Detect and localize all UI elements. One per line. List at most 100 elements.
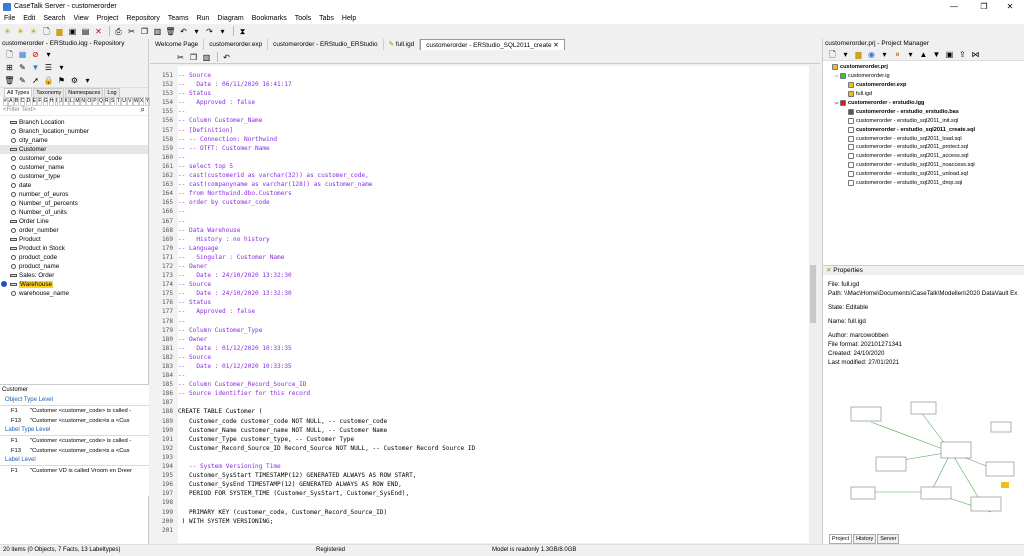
tree-item[interactable]: order_number bbox=[0, 226, 148, 235]
project-item[interactable]: customerorder - erstudio_sql2011_protect… bbox=[823, 143, 1024, 152]
save-all-icon[interactable]: ▤ bbox=[80, 26, 91, 37]
tree-item[interactable]: Customer bbox=[0, 145, 148, 154]
project-item[interactable]: customerorder.prj bbox=[823, 63, 1024, 72]
project-item[interactable]: customerorder - erstudio_sql2011_unload.… bbox=[823, 170, 1024, 179]
tree-item[interactable]: customer_name bbox=[0, 163, 148, 172]
alpha-filter-button[interactable]: N bbox=[80, 96, 86, 106]
project-item[interactable]: ⌵ customerorder.ig bbox=[823, 72, 1024, 81]
project-item[interactable]: customerorder - erstudio_sql2011_access.… bbox=[823, 152, 1024, 161]
expression-row[interactable]: F1 "Customer <customer_code> is called - bbox=[0, 436, 149, 446]
code-content[interactable]: 151 -- Source 152 -- Date : 06/11/2020 16:4… bbox=[150, 71, 810, 535]
code-line[interactable]: 194 -- System Versioning Time bbox=[150, 462, 810, 471]
editor-tab[interactable]: Welcome Page bbox=[150, 39, 205, 50]
code-line[interactable]: 183 -- Date : 01/12/2020 10:33:35 bbox=[150, 362, 810, 371]
lock-icon[interactable]: 🔒 bbox=[43, 75, 54, 86]
filter-box[interactable]: <Filter Text> ⌕ bbox=[0, 105, 148, 116]
menu-item-file[interactable]: File bbox=[0, 15, 19, 22]
close-doc-icon[interactable]: ✕ bbox=[93, 26, 104, 37]
filter-icon[interactable]: ▼ bbox=[30, 62, 41, 73]
dropdown-icon[interactable]: ▾ bbox=[879, 49, 890, 60]
new-icon[interactable]: 🗋 bbox=[827, 49, 838, 60]
alpha-filter-button[interactable]: E bbox=[31, 96, 37, 106]
alpha-filter-button[interactable]: K bbox=[63, 96, 69, 106]
tree-item[interactable]: product_code bbox=[0, 253, 148, 262]
pause-icon[interactable]: ⏸ bbox=[892, 49, 903, 60]
code-line[interactable]: 184 -- bbox=[150, 371, 810, 380]
alpha-filter-button[interactable]: R bbox=[104, 96, 110, 106]
expression-row[interactable]: F13 "Customer <customer_code>is a <Cus bbox=[0, 416, 149, 426]
grid-icon[interactable]: ▦ bbox=[17, 49, 28, 60]
code-line[interactable]: 201 bbox=[150, 526, 810, 535]
code-line[interactable]: 189 Customer_code customer_code NOT NULL… bbox=[150, 417, 810, 426]
tree-item[interactable]: Branch_location_number bbox=[0, 127, 148, 136]
code-line[interactable]: 151 -- Source bbox=[150, 71, 810, 80]
close-button[interactable]: ✕ bbox=[996, 0, 1024, 13]
menu-item-diagram[interactable]: Diagram bbox=[213, 15, 247, 22]
down-icon[interactable]: ▼ bbox=[931, 49, 942, 60]
alpha-filter-button[interactable]: O bbox=[86, 96, 92, 106]
minimize-button[interactable]: — bbox=[940, 0, 968, 13]
code-line[interactable]: 164 -- from Northwind.dbo.Customers bbox=[150, 189, 810, 198]
maximize-button[interactable]: ❐ bbox=[970, 0, 998, 13]
expression-row[interactable]: F13 "Customer <customer_code>is a <Cus bbox=[0, 446, 149, 456]
redo-icon[interactable]: ↷ bbox=[204, 26, 215, 37]
code-line[interactable]: 154 -- Approved : false bbox=[150, 98, 810, 107]
flag-icon[interactable]: ⚑ bbox=[56, 75, 67, 86]
dropdown-icon[interactable]: ▾ bbox=[43, 49, 54, 60]
alpha-filter-button[interactable]: D bbox=[25, 96, 32, 106]
alpha-filter-button[interactable]: V bbox=[127, 96, 133, 106]
expression-row[interactable]: F1 "Customer VD is called Vroom en Dreer bbox=[0, 466, 149, 476]
code-line[interactable]: 170 -- Language bbox=[150, 244, 810, 253]
code-line[interactable]: 166 -- bbox=[150, 207, 810, 216]
project-item[interactable]: customerorder - erstudio_sql2011_init.sq… bbox=[823, 116, 1024, 125]
project-item[interactable]: ⌵ customerorder - erstudio.igg bbox=[823, 99, 1024, 108]
copy-icon[interactable]: ❐ bbox=[139, 26, 150, 37]
alpha-filter-button[interactable]: T bbox=[115, 96, 121, 106]
tab-project[interactable]: Project bbox=[829, 534, 853, 544]
dropdown-icon[interactable]: ▾ bbox=[905, 49, 916, 60]
sun-icon[interactable]: ☀ bbox=[28, 26, 39, 37]
menu-item-view[interactable]: View bbox=[70, 15, 93, 22]
alpha-filter-button[interactable]: M bbox=[74, 96, 80, 106]
tree-item[interactable]: product_name bbox=[0, 262, 148, 271]
dropdown-icon[interactable]: ▾ bbox=[840, 49, 851, 60]
code-line[interactable]: 171 -- Singular : Customer Name bbox=[150, 253, 810, 262]
alpha-filter-button[interactable]: Q bbox=[98, 96, 104, 106]
save-icon[interactable]: ▣ bbox=[944, 49, 955, 60]
sun-icon[interactable]: ☀ bbox=[15, 26, 26, 37]
menu-item-bookmarks[interactable]: Bookmarks bbox=[248, 15, 291, 22]
pen-icon[interactable]: ✎ bbox=[17, 62, 28, 73]
editor-tab[interactable]: ✎ full.igd bbox=[384, 39, 421, 50]
expression-row[interactable]: F1 "Customer <customer_code> is called - bbox=[0, 406, 149, 416]
trash-icon[interactable]: 🗑 bbox=[4, 75, 15, 86]
code-line[interactable]: 168 -- Data Warehouse bbox=[150, 226, 810, 235]
project-item[interactable]: customerorder - erstudio_sql2011_drop.sq… bbox=[823, 179, 1024, 188]
dropdown-icon[interactable]: ▾ bbox=[217, 26, 228, 37]
label-type-level-header[interactable]: Label Type Level bbox=[0, 426, 149, 436]
gear-icon[interactable]: ⚙ bbox=[69, 75, 80, 86]
cut-icon[interactable]: ✂ bbox=[175, 52, 186, 63]
dropdown-icon[interactable]: ▾ bbox=[82, 75, 93, 86]
code-line[interactable]: 155 -- bbox=[150, 107, 810, 116]
code-line[interactable]: 177 -- Approved : false bbox=[150, 307, 810, 316]
editor-tab[interactable]: customerorder - ERStudio_ERStudio bbox=[268, 39, 384, 50]
code-line[interactable]: 157 -- [Definition] bbox=[150, 126, 810, 135]
up-icon[interactable]: ▲ bbox=[918, 49, 929, 60]
code-line[interactable]: 186 -- Source identifier for this record bbox=[150, 389, 810, 398]
paste-icon[interactable]: ▥ bbox=[152, 26, 163, 37]
arrow-icon[interactable]: ➚ bbox=[30, 75, 41, 86]
project-item[interactable]: full.igd bbox=[823, 90, 1024, 99]
code-line[interactable]: 159 -- -- OTFT: Customer Name bbox=[150, 144, 810, 153]
hourglass-icon[interactable]: ⧗ bbox=[237, 26, 248, 37]
code-line[interactable]: 196 Customer_SysEnd TIMESTAMP(12) GENERA… bbox=[150, 480, 810, 489]
code-line[interactable]: 165 -- order by customer_code bbox=[150, 198, 810, 207]
tree-icon[interactable]: ⊞ bbox=[4, 62, 15, 73]
menu-item-run[interactable]: Run bbox=[192, 15, 213, 22]
tree-item[interactable]: warehouse_name bbox=[0, 289, 148, 298]
tree-item[interactable]: Warehouse bbox=[0, 280, 148, 289]
code-line[interactable]: 152 -- Date : 06/11/2020 16:41:17 bbox=[150, 80, 810, 89]
tree-item[interactable]: Product bbox=[0, 235, 148, 244]
alpha-filter-button[interactable]: W bbox=[132, 96, 139, 106]
menu-item-edit[interactable]: Edit bbox=[19, 15, 39, 22]
alpha-filter-button[interactable]: B bbox=[13, 96, 20, 106]
